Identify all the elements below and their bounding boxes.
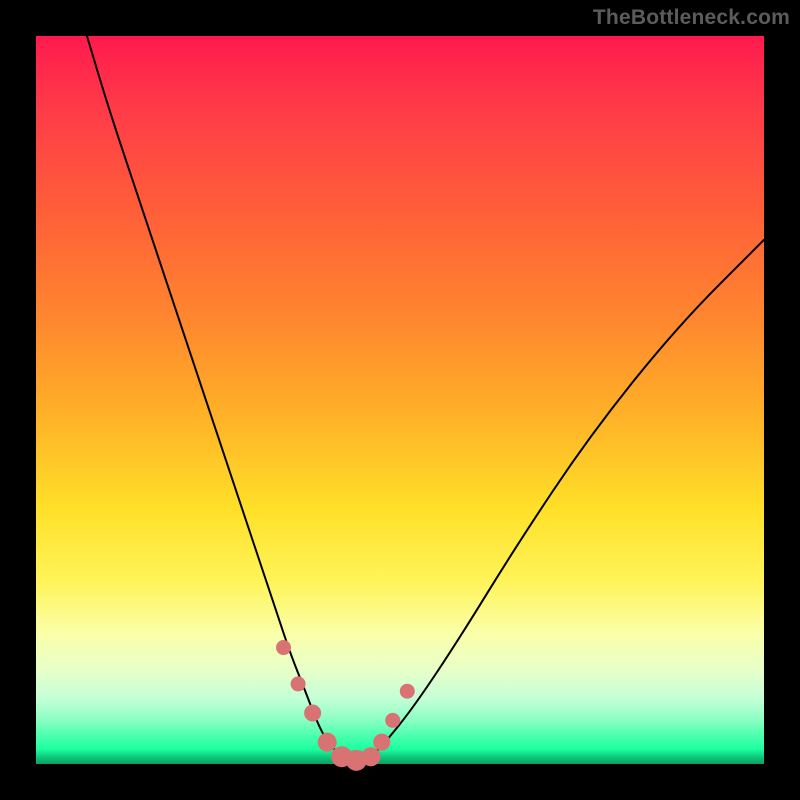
marker-point xyxy=(386,713,400,727)
marker-point xyxy=(318,733,336,751)
marker-group xyxy=(277,641,415,771)
marker-point xyxy=(400,684,414,698)
bottleneck-curve xyxy=(87,36,764,759)
chart-frame: TheBottleneck.com xyxy=(0,0,800,800)
watermark-label: TheBottleneck.com xyxy=(593,6,790,30)
marker-point xyxy=(277,641,291,655)
plot-area xyxy=(36,36,764,764)
marker-point xyxy=(305,705,321,721)
plot-svg xyxy=(36,36,764,764)
marker-point xyxy=(362,748,380,766)
marker-point xyxy=(291,677,305,691)
marker-point xyxy=(374,734,390,750)
